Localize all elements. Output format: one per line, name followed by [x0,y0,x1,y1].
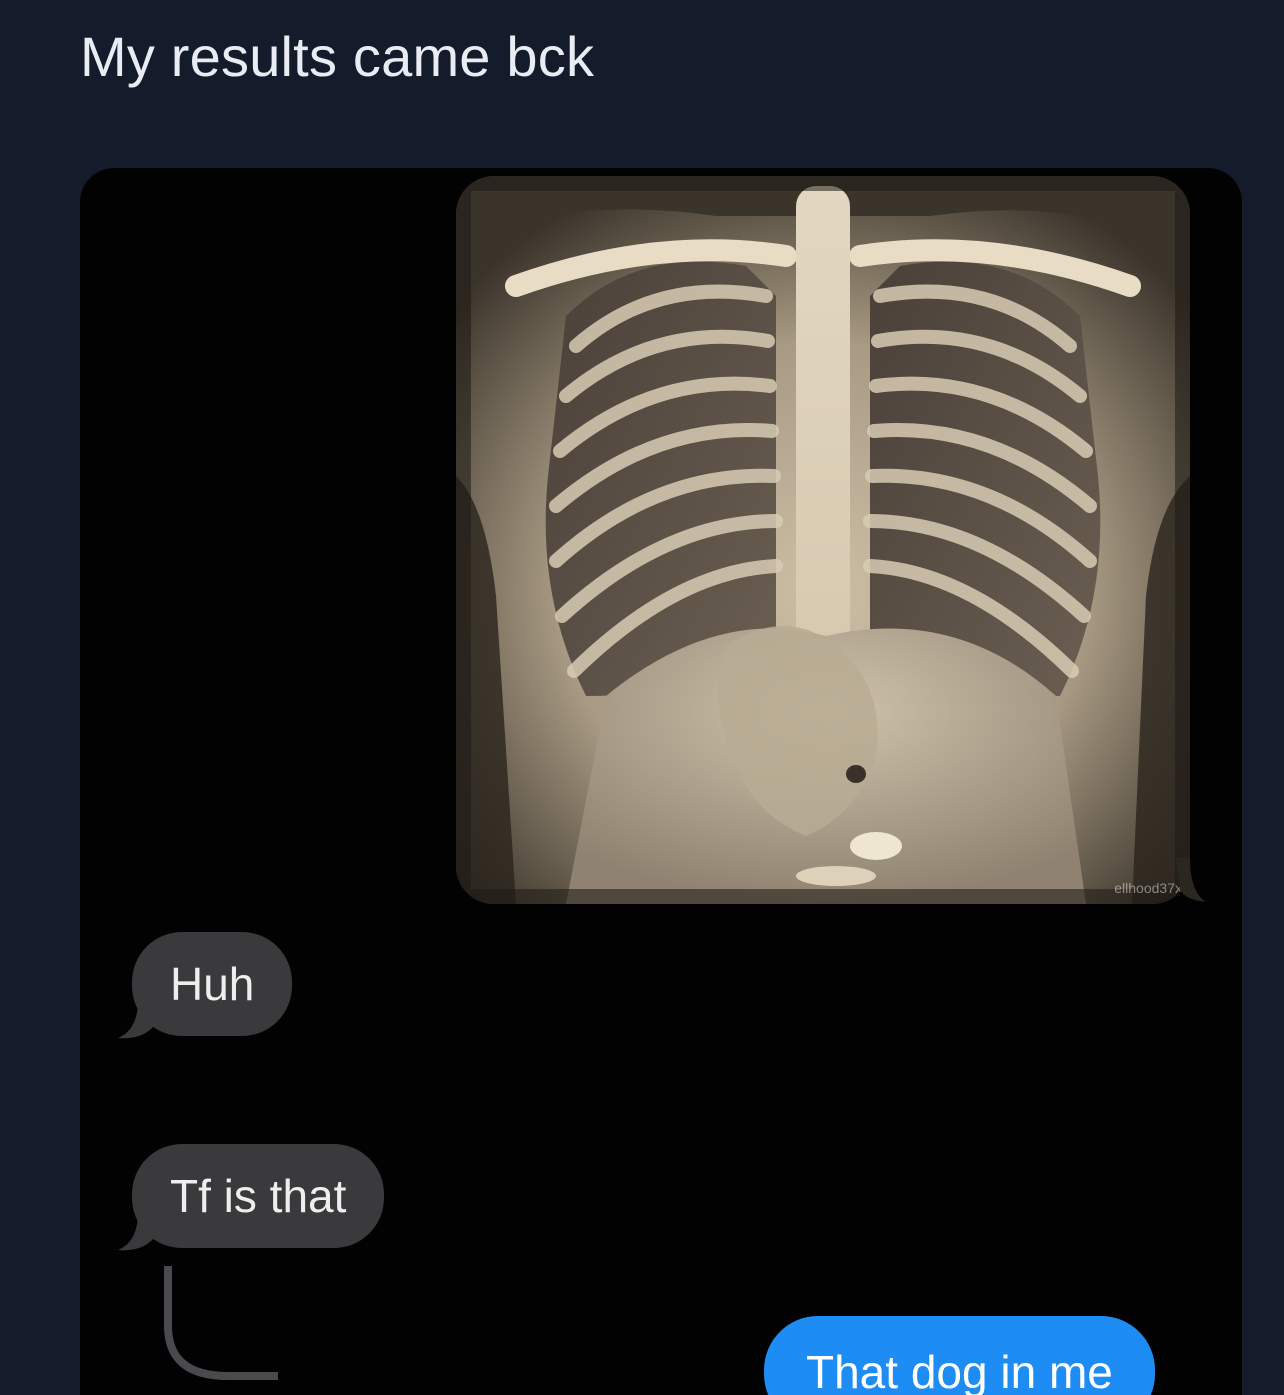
received-bubble-tail-icon [118,1000,154,1039]
received-bubble-tail-icon [118,1212,154,1251]
chest-xray-icon [456,176,1190,904]
sent-bubble-tail-icon [1176,858,1206,902]
received-message-tf-is-that[interactable]: Tf is that [132,1144,385,1248]
image-watermark: ellhood37x [1114,880,1182,896]
reply-thread-line-icon [164,1266,278,1380]
post-caption: My results came bck [80,25,595,88]
sent-message-that-dog-in-me[interactable]: That dog in me [764,1316,1155,1395]
received-message-huh[interactable]: Huh [132,932,293,1036]
chat-screenshot: ellhood37x Huh Tf is that That dog in me [80,168,1242,1395]
xray-image-message[interactable]: ellhood37x [456,176,1190,904]
